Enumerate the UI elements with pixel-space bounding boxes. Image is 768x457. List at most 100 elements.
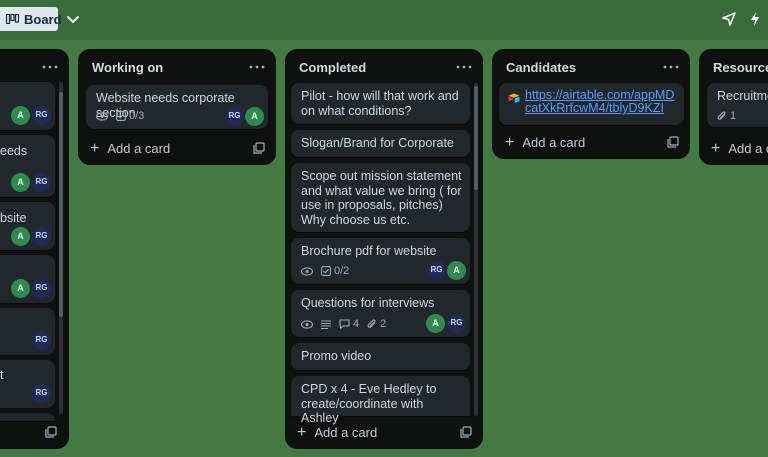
eye-icon: [301, 320, 313, 329]
add-card-button[interactable]: + Add a ca: [711, 139, 768, 157]
list-item[interactable]: Slogan/Brand for Corporate: [291, 130, 470, 157]
list-item[interactable]: eeds A RG: [0, 135, 55, 197]
board-header: Board: [0, 0, 768, 40]
add-card-button[interactable]: + Add a card: [505, 133, 586, 151]
list-item[interactable]: bsite A RG: [0, 202, 55, 250]
attachments-badge: 1: [717, 109, 736, 124]
list-left-partial: A RG eeds A RG bsite A RG A RG RG t RG: [0, 49, 69, 449]
avatar[interactable]: RG: [32, 279, 51, 298]
list-item[interactable]: [0, 413, 55, 421]
checklist-icon: [116, 111, 126, 122]
paperclip-icon: [367, 319, 376, 328]
avatar[interactable]: A: [426, 314, 445, 333]
card-title: Questions for interviews: [301, 296, 435, 310]
add-card-label: Add a card: [107, 141, 171, 156]
list-resources: Resources Recruitmen 1 + Add a ca: [699, 49, 768, 165]
card-title: eeds: [0, 144, 28, 158]
card-template-icon[interactable]: [253, 142, 265, 154]
avatar[interactable]: RG: [32, 173, 51, 192]
card-template-icon[interactable]: [460, 426, 472, 438]
plus-icon: +: [505, 133, 515, 151]
list-menu-icon[interactable]: [662, 60, 680, 74]
card-title: t: [0, 368, 4, 382]
avatar[interactable]: RG: [32, 227, 51, 246]
card-badges: 0/2: [301, 264, 349, 279]
attachments-badge: 2: [367, 317, 386, 332]
list-item[interactable]: Questions for interviews 4 2 A RG: [291, 290, 470, 337]
comment-icon: [339, 319, 350, 330]
card-title: Recruitmen: [717, 89, 768, 103]
avatar[interactable]: RG: [32, 384, 51, 403]
card-title: Scope out mission statement and what val…: [301, 169, 462, 227]
card-badges: 0/3: [96, 109, 144, 124]
avatar[interactable]: RG: [427, 261, 446, 280]
description-icon: [321, 320, 331, 329]
paperclip-icon: [717, 111, 726, 120]
checklist-icon: [321, 266, 331, 277]
add-card-label: Add a card: [522, 135, 586, 150]
list-title[interactable]: Candidates: [506, 60, 576, 75]
checklist-badge: 0/2: [321, 264, 349, 279]
list-item[interactable]: Recruitmen 1: [707, 83, 768, 127]
add-card-label: Add a card: [314, 425, 378, 440]
plus-icon: +: [297, 423, 307, 441]
list-item[interactable]: RG: [0, 308, 55, 355]
eye-icon: [96, 112, 108, 121]
list-completed: Completed Pilot - how will that work and…: [285, 49, 483, 449]
card-badges: 4 2: [301, 317, 386, 332]
list-item[interactable]: https://airtable.com/appMDcatXkRrfcwM4/t…: [499, 83, 684, 125]
list-menu-icon[interactable]: [248, 60, 266, 74]
list-scroll-thumb[interactable]: [59, 92, 63, 317]
avatar[interactable]: RG: [32, 106, 51, 125]
list-item[interactable]: A RG: [0, 82, 55, 130]
card-title: Slogan/Brand for Corporate: [301, 136, 454, 150]
avatar[interactable]: A: [447, 261, 466, 280]
send-icon[interactable]: [721, 11, 737, 27]
list-working-on: Working on Website needs corporate secti…: [78, 49, 276, 165]
checklist-count: 0/3: [129, 110, 145, 122]
list-title[interactable]: Resources: [713, 60, 768, 75]
plus-icon: +: [711, 139, 721, 157]
list-item[interactable]: Scope out mission statement and what val…: [291, 163, 470, 232]
card-template-icon[interactable]: [667, 136, 679, 148]
avatar[interactable]: RG: [225, 107, 244, 126]
list-item[interactable]: t RG: [0, 360, 55, 408]
list-menu-icon[interactable]: [455, 60, 473, 74]
attachments-count: 1: [730, 110, 737, 122]
list-candidates: Candidates https://airtable.com/appMDcat…: [492, 49, 690, 159]
chevron-down-icon[interactable]: [64, 11, 82, 29]
checklist-count: 0/2: [334, 265, 350, 277]
list-item[interactable]: Pilot - how will that work and on what c…: [291, 83, 470, 124]
add-card-button[interactable]: + Add a card: [90, 139, 171, 157]
avatar[interactable]: A: [11, 279, 30, 298]
card-title: Pilot - how will that work and on what c…: [301, 89, 459, 118]
card-template-icon[interactable]: [45, 426, 57, 438]
add-card-label: Add a ca: [728, 141, 768, 156]
list-item[interactable]: Brochure pdf for website 0/2 RG A: [291, 238, 470, 284]
card-link[interactable]: https://airtable.com/appMDcatXkRrfcwM4/t…: [525, 89, 675, 115]
automation-bolt-icon[interactable]: [749, 11, 761, 27]
card-badges: 1: [717, 109, 736, 124]
list-item[interactable]: Promo video: [291, 343, 470, 370]
list-scrollbar[interactable]: [474, 83, 478, 416]
list-scroll-thumb[interactable]: [474, 86, 478, 190]
list-item[interactable]: Website needs corporate section 0/3 RG A: [86, 85, 268, 129]
avatar[interactable]: RG: [447, 314, 466, 333]
list-title[interactable]: Working on: [92, 60, 163, 75]
list-menu-icon[interactable]: [41, 60, 59, 74]
avatar[interactable]: A: [11, 227, 30, 246]
list-item[interactable]: CPD x 4 - Eve Hedley to create/coordinat…: [291, 376, 470, 425]
avatar[interactable]: A: [11, 173, 30, 192]
board-view-button[interactable]: Board: [0, 7, 62, 31]
plus-icon: +: [90, 139, 100, 157]
avatar[interactable]: RG: [32, 331, 51, 350]
avatar[interactable]: A: [11, 106, 30, 125]
add-card-button[interactable]: + Add a card: [297, 423, 378, 441]
list-item[interactable]: A RG: [0, 255, 55, 303]
card-title: CPD x 4 - Eve Hedley to create/coordinat…: [301, 382, 437, 425]
comments-count: 4: [353, 318, 360, 330]
checklist-badge: 0/3: [116, 109, 144, 124]
list-title[interactable]: Completed: [299, 60, 366, 75]
list-scrollbar[interactable]: [59, 82, 63, 414]
avatar[interactable]: A: [245, 107, 264, 126]
